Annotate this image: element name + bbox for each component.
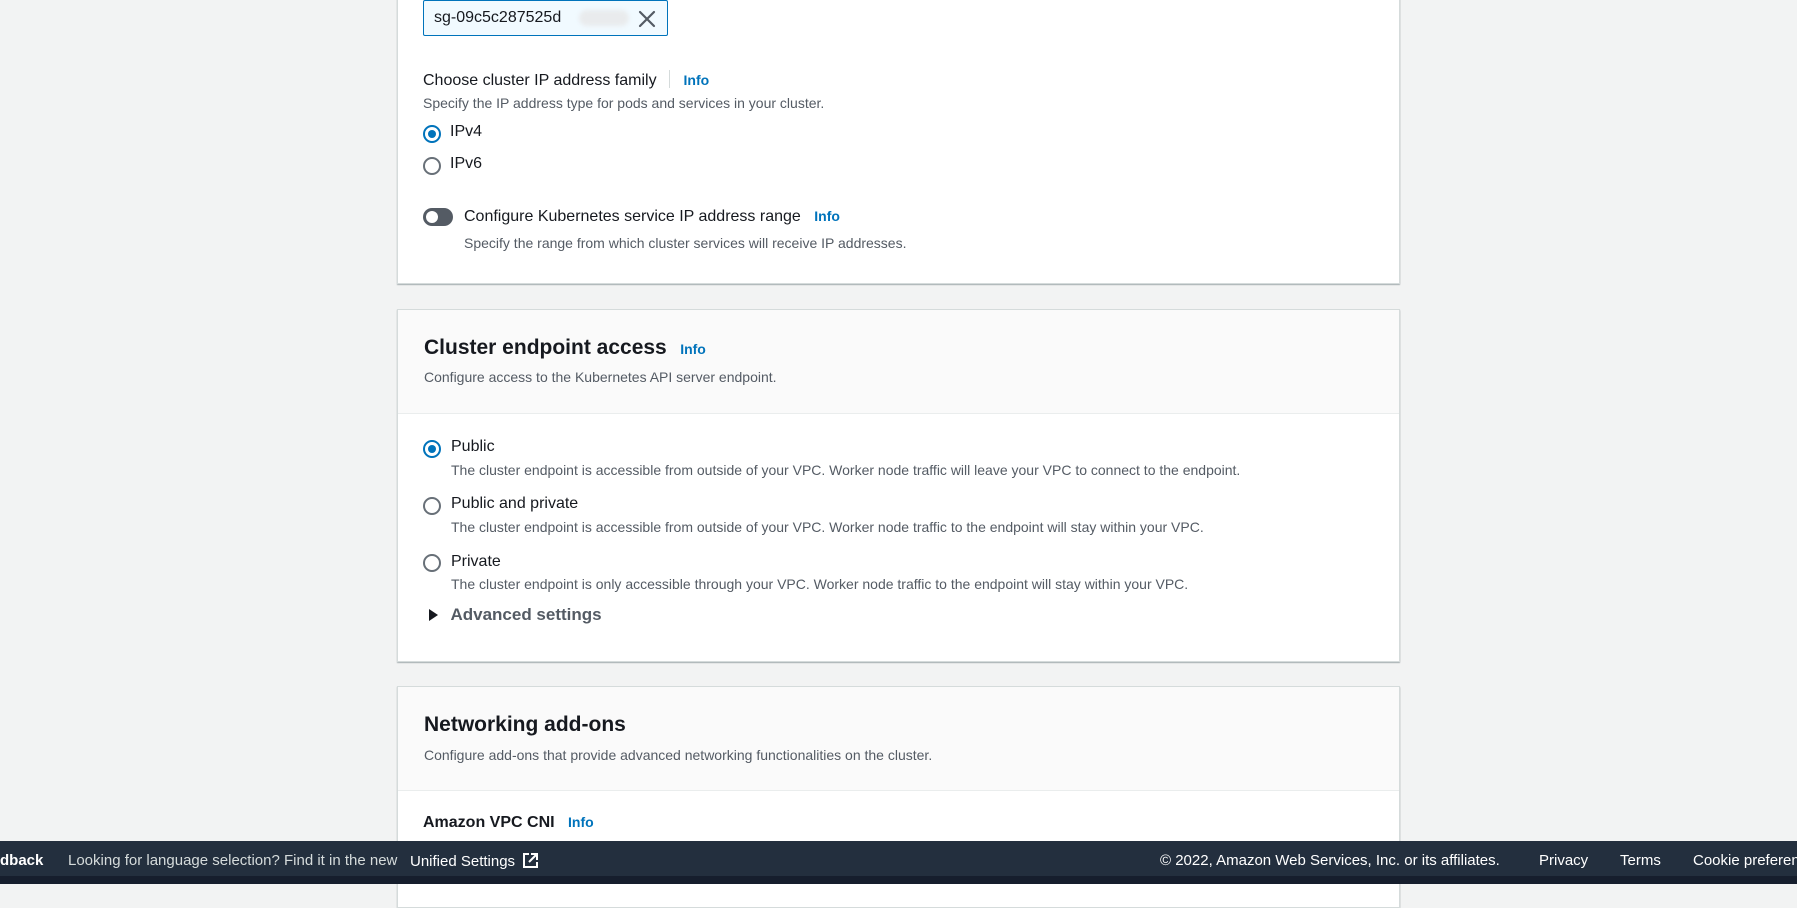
endpoint-access-title: Cluster endpoint access (424, 336, 667, 359)
footer-bottom-strip (0, 876, 1797, 884)
service-range-toggle[interactable] (423, 208, 453, 226)
language-notice: Looking for language selection? Find it … (68, 852, 398, 869)
divider (669, 70, 671, 88)
caret-right-icon (429, 609, 438, 621)
unified-settings-label: Unified Settings (410, 853, 516, 870)
service-range-heading: Configure Kubernetes service IP address … (464, 208, 840, 226)
copyright-text: © 2022, Amazon Web Services, Inc. or its… (1160, 852, 1500, 869)
service-range-label: Configure Kubernetes service IP address … (464, 208, 801, 225)
networking-addons-description: Configure add-ons that provide advanced … (424, 747, 933, 763)
ipv4-label: IPv4 (450, 123, 483, 140)
ip-family-info-link[interactable]: Info (684, 72, 710, 88)
service-range-info-link[interactable]: Info (814, 208, 840, 224)
close-icon[interactable] (637, 9, 657, 29)
redacted-area (579, 10, 629, 26)
private-description: The cluster endpoint is only accessible … (451, 576, 1189, 592)
endpoint-access-panel: Cluster endpoint access Info Configure a… (397, 309, 1400, 662)
public-private-radio[interactable] (423, 497, 441, 515)
privacy-link[interactable]: Privacy (1539, 852, 1588, 869)
endpoint-access-header: Cluster endpoint access Info Configure a… (398, 310, 1399, 414)
networking-addons-header: Networking add-ons Configure add-ons tha… (398, 687, 1399, 791)
ip-family-heading: Choose cluster IP address family Info (423, 70, 709, 90)
public-label: Public (451, 438, 495, 455)
advanced-settings-label: Advanced settings (450, 605, 602, 624)
ip-family-description: Specify the IP address type for pods and… (423, 95, 825, 111)
service-range-description: Specify the range from which cluster ser… (464, 235, 907, 251)
vpc-cni-info-link[interactable]: Info (568, 814, 594, 830)
vpc-cni-label: Amazon VPC CNI (423, 814, 555, 831)
private-label: Private (451, 553, 501, 570)
endpoint-access-description: Configure access to the Kubernetes API s… (424, 369, 777, 385)
public-description: The cluster endpoint is accessible from … (451, 462, 1241, 478)
cookie-preferences-link[interactable]: Cookie preferen (1693, 852, 1797, 869)
unified-settings-link[interactable]: Unified Settings (410, 852, 539, 873)
external-link-icon (522, 852, 539, 873)
vpc-cni-heading: Amazon VPC CNI Info (423, 814, 594, 832)
ipv6-radio[interactable] (423, 157, 441, 175)
private-radio[interactable] (423, 554, 441, 572)
public-radio[interactable] (423, 440, 441, 458)
public-private-label: Public and private (451, 495, 579, 512)
terms-link[interactable]: Terms (1620, 852, 1661, 869)
networking-addons-title: Networking add-ons (424, 713, 626, 736)
ipv4-radio[interactable] (423, 125, 441, 143)
ipv6-label: IPv6 (450, 155, 483, 172)
public-private-description: The cluster endpoint is accessible from … (451, 519, 1204, 535)
security-group-token: sg-09c5c287525d (423, 0, 668, 36)
ip-family-label: Choose cluster IP address family (423, 72, 657, 89)
networking-panel: sg-09c5c287525d Choose cluster IP addres… (397, 0, 1400, 284)
endpoint-access-info-link[interactable]: Info (680, 341, 706, 357)
security-group-value: sg-09c5c287525d (434, 9, 562, 26)
advanced-settings-toggle[interactable]: Advanced settings (429, 605, 602, 625)
feedback-link[interactable]: dback (0, 852, 43, 869)
